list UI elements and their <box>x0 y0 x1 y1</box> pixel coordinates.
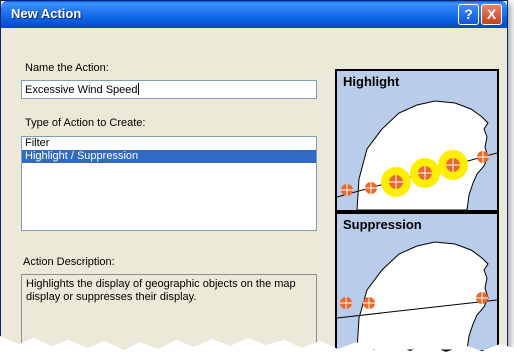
torn-edge <box>0 336 514 358</box>
